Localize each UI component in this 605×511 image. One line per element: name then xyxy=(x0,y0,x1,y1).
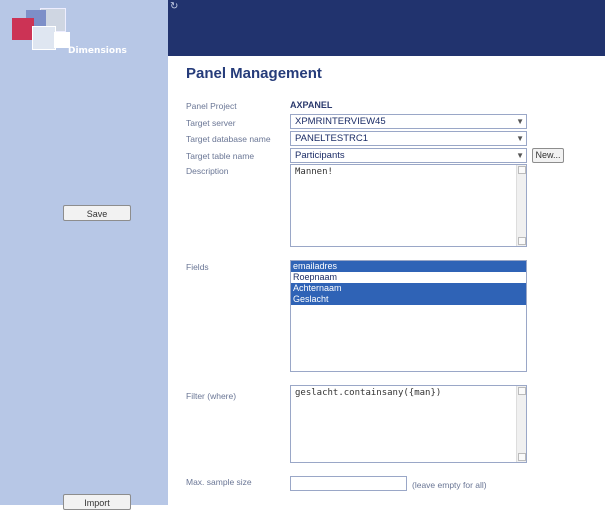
chevron-down-icon: ▼ xyxy=(516,117,524,126)
filter-scrollbar[interactable] xyxy=(516,386,526,462)
description-scrollbar[interactable] xyxy=(516,165,526,246)
description-label: Description xyxy=(186,166,229,176)
fields-listbox[interactable]: emailadres Roepnaam Achternaam Geslacht xyxy=(290,260,527,372)
list-item[interactable]: Achternaam xyxy=(291,283,526,294)
new-table-button[interactable]: New... xyxy=(532,148,564,163)
target-server-label: Target server xyxy=(186,118,236,128)
fields-label: Fields xyxy=(186,262,209,272)
panel-project-value: AXPANEL xyxy=(290,100,333,110)
max-sample-hint: (leave empty for all) xyxy=(412,480,487,490)
target-server-value: XPMRINTERVIEW45 xyxy=(295,116,386,127)
save-button[interactable]: Save xyxy=(63,205,131,221)
max-sample-input[interactable] xyxy=(290,476,407,491)
chevron-down-icon: ▼ xyxy=(516,151,524,160)
import-button[interactable]: Import xyxy=(63,494,131,510)
target-database-value: PANELTESTRC1 xyxy=(295,133,369,144)
refresh-icon[interactable]: ↻ xyxy=(170,2,180,12)
dimensions-logo: Dimensions xyxy=(12,8,142,58)
logo-text: Dimensions xyxy=(68,46,127,56)
panel-project-label: Panel Project xyxy=(186,101,237,111)
list-item[interactable]: Geslacht xyxy=(291,294,526,305)
chevron-down-icon: ▼ xyxy=(516,134,524,143)
filter-value: geslacht.containsany({man}) xyxy=(295,388,442,398)
max-sample-label: Max. sample size xyxy=(186,477,252,487)
page-title: Panel Management xyxy=(186,65,322,82)
filter-label: Filter (where) xyxy=(186,391,237,401)
list-item[interactable]: Roepnaam xyxy=(291,272,526,283)
target-table-value: Participants xyxy=(295,150,345,161)
list-item[interactable]: emailadres xyxy=(291,261,526,272)
description-textarea[interactable]: Mannen! xyxy=(290,164,527,247)
target-database-select[interactable]: PANELTESTRC1 ▼ xyxy=(290,131,527,146)
target-database-label: Target database name xyxy=(186,134,271,144)
target-server-select[interactable]: XPMRINTERVIEW45 ▼ xyxy=(290,114,527,129)
sidebar: Dimensions Save Import xyxy=(0,0,168,510)
target-table-select[interactable]: Participants ▼ xyxy=(290,148,527,163)
top-bar: ↻ xyxy=(168,0,605,56)
description-value: Mannen! xyxy=(295,167,333,177)
filter-textarea[interactable]: geslacht.containsany({man}) xyxy=(290,385,527,463)
target-table-label: Target table name xyxy=(186,151,255,161)
